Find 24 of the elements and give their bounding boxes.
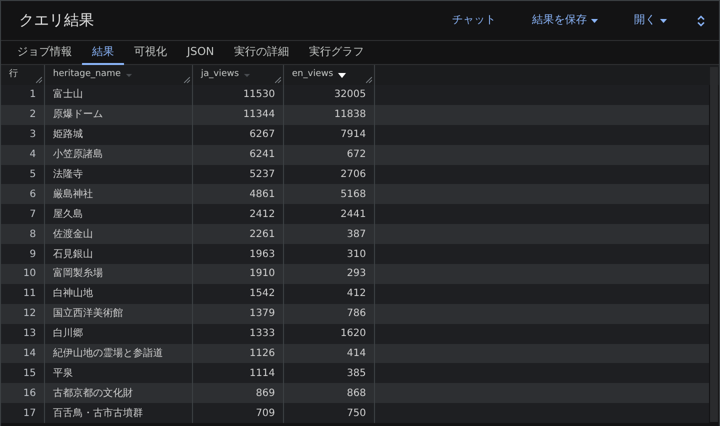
- column-header: 行: [1, 65, 45, 85]
- column-header[interactable]: heritage_name: [45, 65, 193, 85]
- sort-caret-icon[interactable]: [338, 72, 346, 78]
- resize-handle-icon[interactable]: [275, 77, 281, 83]
- table-cell: 17: [1, 403, 45, 424]
- tab[interactable]: JSON: [177, 41, 224, 65]
- column-header[interactable]: ja_views: [193, 65, 284, 85]
- resize-handle-icon[interactable]: [36, 77, 42, 83]
- column-header[interactable]: en_views: [284, 65, 375, 85]
- action-button[interactable]: 結果を保存: [526, 8, 604, 33]
- table-cell: 709: [193, 403, 284, 424]
- resize-handle-icon[interactable]: [366, 77, 372, 83]
- expand-collapse-icon[interactable]: [697, 14, 705, 26]
- tab[interactable]: 実行グラフ: [299, 41, 374, 65]
- tab[interactable]: ジョブ情報: [7, 41, 82, 65]
- tab[interactable]: 可視化: [124, 41, 177, 65]
- scrollbar[interactable]: [710, 67, 718, 422]
- action-button[interactable]: 開く: [628, 8, 673, 33]
- action-button[interactable]: チャット: [446, 8, 502, 33]
- panel-title: クエリ結果: [19, 10, 94, 32]
- table-cell: 750: [284, 403, 375, 424]
- resize-handle-icon[interactable]: [184, 77, 190, 83]
- table-cell: 百舌鳥・古市古墳群: [45, 403, 193, 424]
- tab[interactable]: 実行の詳細: [224, 41, 300, 65]
